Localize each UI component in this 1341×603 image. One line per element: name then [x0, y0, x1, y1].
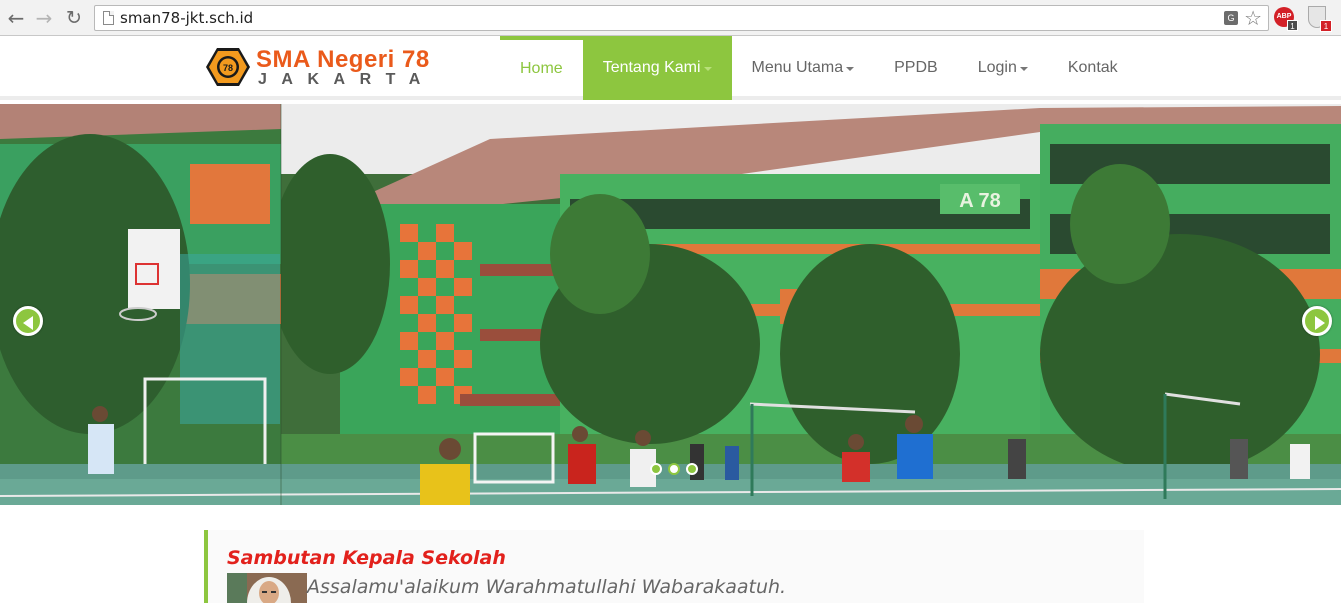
principal-welcome: Sambutan Kepala Sekolah Assalamu'alaikum… — [204, 530, 1144, 603]
menu-label-home: Home — [520, 60, 563, 77]
chevron-down-icon — [703, 67, 712, 71]
translate-icon[interactable]: G — [1224, 11, 1238, 25]
address-bar[interactable]: sman78-jkt.sch.id G ☆ — [94, 5, 1269, 31]
menu-label-kontak: Kontak — [1067, 59, 1118, 76]
address-url[interactable]: sman78-jkt.sch.id — [120, 9, 253, 27]
forward-arrow-icon[interactable]: → — [32, 6, 56, 30]
slider-next-button[interactable] — [1302, 306, 1332, 336]
hero-slider: A 78 — [0, 104, 1341, 505]
school-emblem-icon[interactable]: 78 — [205, 47, 251, 87]
slider-dot-active[interactable] — [668, 463, 680, 475]
chevron-down-icon — [1019, 67, 1028, 71]
menu-label-tentang-kami: Tentang Kami — [602, 59, 701, 76]
principal-photo — [227, 573, 307, 603]
page-icon — [103, 11, 114, 25]
logo-subtitle: JAKARTA — [258, 71, 435, 88]
menu-item-kontak[interactable]: Kontak — [1048, 36, 1138, 100]
extension-badge: 1 — [1320, 20, 1332, 32]
arrow-right-icon — [1315, 316, 1325, 330]
menu-item-menu-utama[interactable]: Menu Utama — [732, 36, 875, 100]
reload-icon[interactable]: ↻ — [62, 6, 86, 30]
menu-item-tentang-kami[interactable]: Tentang Kami — [582, 36, 732, 100]
building-sign: A 78 — [959, 190, 1001, 212]
welcome-title: Sambutan Kepala Sekolah — [227, 547, 506, 569]
arrow-left-icon — [23, 316, 33, 330]
menu-item-ppdb[interactable]: PPDB — [874, 36, 958, 100]
main-menu: Home Tentang Kami Menu Utama PPDB Login … — [500, 36, 1138, 100]
menu-label-login: Login — [977, 59, 1017, 76]
school-building-photo: A 78 — [0, 104, 1341, 505]
bookmark-star-icon[interactable]: ☆ — [1244, 6, 1262, 30]
menu-label-menu-utama: Menu Utama — [751, 59, 844, 76]
emblem-number: 78 — [223, 63, 233, 73]
menu-item-home[interactable]: Home — [500, 36, 583, 100]
browser-toolbar: ← → ↻ sman78-jkt.sch.id G ☆ ABP 1 1 — [0, 0, 1341, 36]
slider-dot[interactable] — [686, 463, 698, 475]
adblock-badge: 1 — [1287, 20, 1298, 31]
slider-prev-button[interactable] — [13, 306, 43, 336]
logo-title[interactable]: SMA Negeri 78 — [256, 46, 430, 74]
chevron-down-icon — [846, 67, 855, 71]
back-arrow-icon[interactable]: ← — [4, 6, 28, 30]
menu-item-login[interactable]: Login — [958, 36, 1048, 100]
menu-label-ppdb: PPDB — [894, 59, 938, 76]
slider-pagination — [650, 463, 698, 475]
welcome-greeting: Assalamu'alaikum Warahmatullahi Wabaraka… — [307, 576, 787, 598]
slider-dot[interactable] — [650, 463, 662, 475]
